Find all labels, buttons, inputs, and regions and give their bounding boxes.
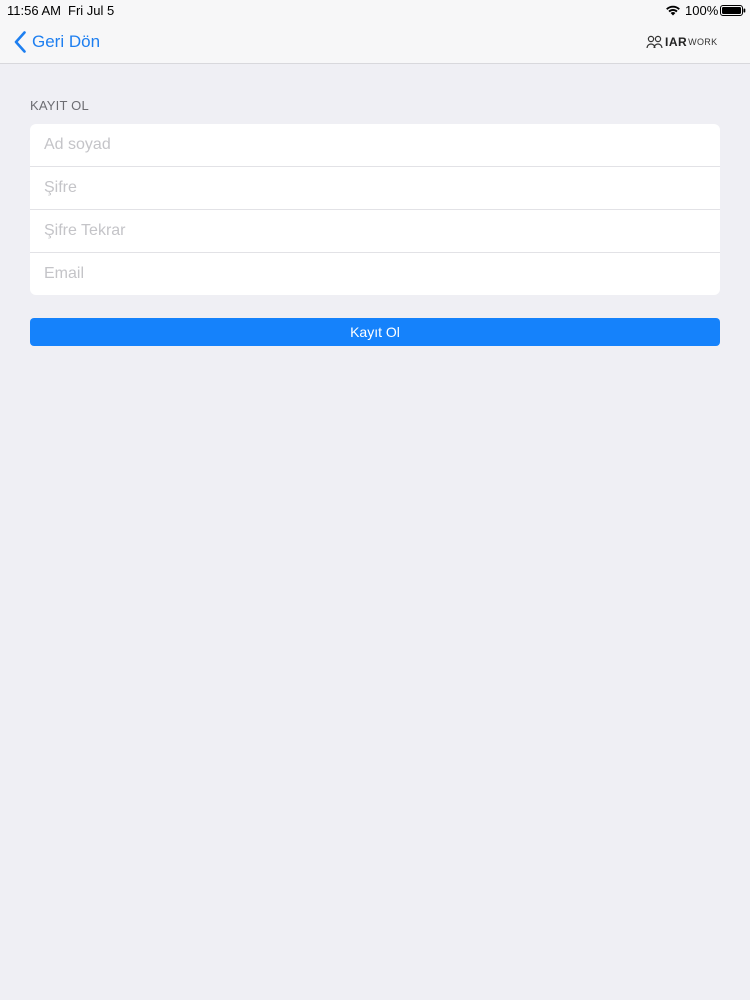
form-row-password bbox=[30, 167, 720, 210]
people-logo-icon bbox=[646, 35, 663, 49]
registration-form bbox=[30, 124, 720, 295]
full-name-input[interactable] bbox=[44, 124, 704, 166]
password-repeat-input[interactable] bbox=[44, 210, 704, 252]
status-bar: 11:56 AM Fri Jul 5 100% bbox=[0, 0, 750, 20]
logo-text-bold: IAR bbox=[665, 35, 688, 49]
back-button-label: Geri Dön bbox=[32, 32, 101, 51]
battery-percent: 100% bbox=[685, 3, 719, 18]
status-time: 11:56 AM bbox=[7, 3, 61, 18]
chevron-left-icon bbox=[14, 31, 26, 53]
battery-icon bbox=[720, 5, 746, 16]
logo-text-light: WORK bbox=[688, 37, 718, 47]
form-row-name bbox=[30, 124, 720, 167]
navigation-bar: Geri Dön IAR WORK bbox=[0, 20, 750, 64]
wifi-icon bbox=[666, 5, 680, 16]
status-date: Fri Jul 5 bbox=[68, 3, 115, 18]
section-title: KAYIT OL bbox=[30, 98, 89, 113]
form-row-password-repeat bbox=[30, 210, 720, 253]
app-logo: IAR WORK bbox=[646, 34, 717, 50]
email-input[interactable] bbox=[44, 253, 704, 295]
register-button[interactable]: Kayıt Ol bbox=[30, 318, 720, 346]
back-button[interactable]: Geri Dön bbox=[14, 29, 100, 55]
form-row-email bbox=[30, 253, 720, 295]
password-input[interactable] bbox=[44, 167, 704, 209]
